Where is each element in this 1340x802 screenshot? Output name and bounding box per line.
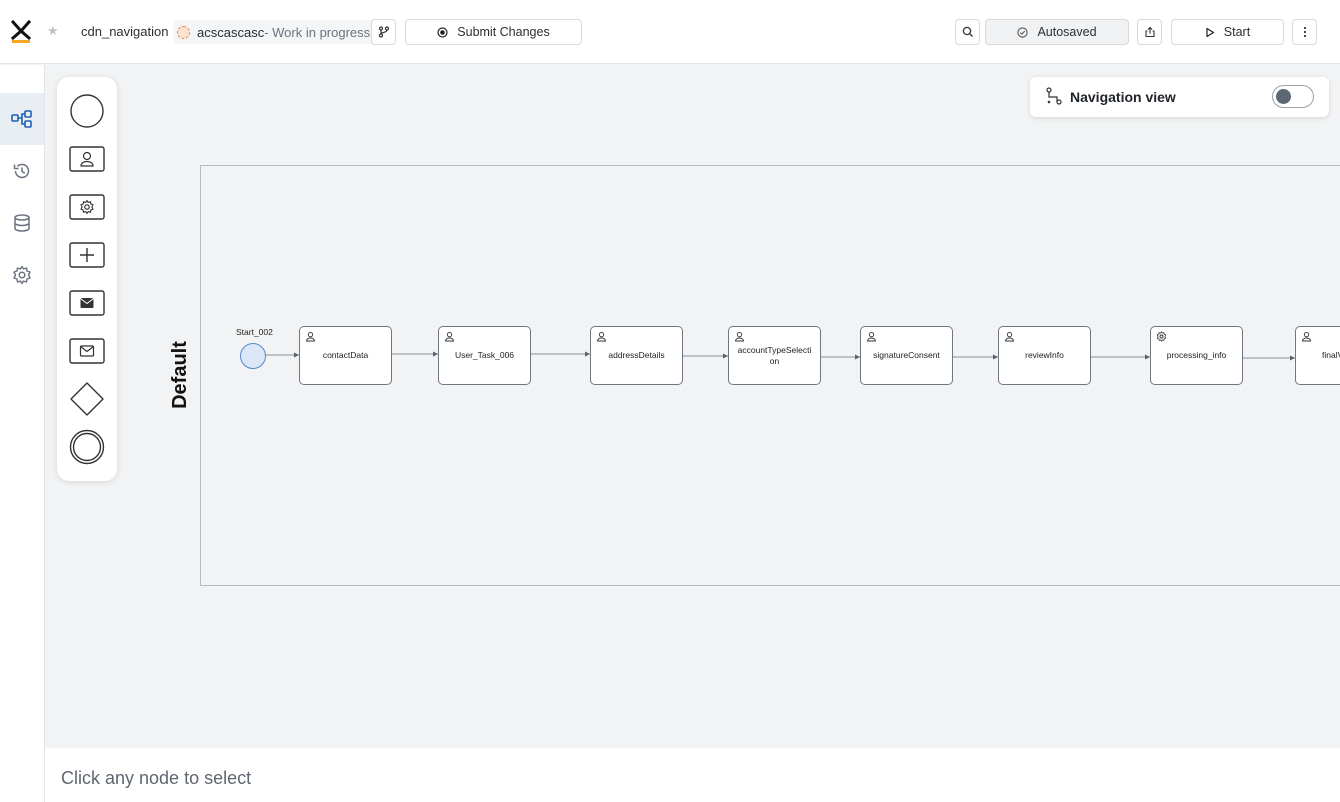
task-node[interactable]: signatureConsent bbox=[860, 326, 953, 385]
task-label: processing_info bbox=[1166, 350, 1227, 360]
nav-history[interactable] bbox=[0, 145, 44, 197]
bpmn-palette bbox=[57, 77, 117, 481]
palette-start-event[interactable] bbox=[68, 93, 105, 129]
search-icon bbox=[962, 26, 973, 37]
selection-bar: Click any node to select bbox=[45, 748, 1340, 802]
task-label: reviewInfo bbox=[1025, 350, 1064, 360]
task-label: signatureConsent bbox=[873, 350, 940, 360]
service-task-icon bbox=[68, 194, 105, 220]
autosaved-status: Autosaved bbox=[985, 19, 1129, 45]
branch-status: - Work in progress bbox=[264, 24, 371, 40]
navigation-view-panel: Navigation view bbox=[1030, 77, 1329, 117]
task-label: accountTypeSelection bbox=[737, 344, 812, 366]
more-options-button[interactable] bbox=[1292, 19, 1317, 45]
start-event-label: Start_002 bbox=[236, 327, 273, 337]
work-in-progress-icon bbox=[177, 25, 190, 39]
palette-service-task[interactable] bbox=[68, 189, 105, 225]
task-node[interactable]: processing_info bbox=[1150, 326, 1243, 385]
left-navigation bbox=[0, 65, 45, 802]
favorite-star-icon[interactable]: ★ bbox=[47, 24, 59, 38]
receive-message-icon bbox=[68, 338, 105, 364]
user-icon bbox=[444, 331, 455, 342]
selection-hint: Click any node to select bbox=[61, 768, 252, 788]
process-flow-icon bbox=[11, 110, 32, 128]
user-task-icon bbox=[68, 146, 105, 172]
start-event-icon bbox=[69, 94, 104, 128]
submit-changes-button[interactable]: Submit Changes bbox=[405, 19, 582, 45]
user-icon bbox=[305, 331, 316, 342]
user-icon bbox=[734, 331, 745, 342]
user-icon bbox=[1301, 331, 1312, 342]
palette-send-message-task[interactable] bbox=[68, 285, 105, 321]
palette-end-event[interactable] bbox=[68, 429, 105, 465]
task-node[interactable]: User_Task_006 bbox=[438, 326, 531, 385]
palette-user-task[interactable] bbox=[68, 141, 105, 177]
user-icon bbox=[1004, 331, 1015, 342]
task-node[interactable]: contactData bbox=[299, 326, 392, 385]
start-label: Start bbox=[1223, 25, 1251, 39]
branch-name: acscascasc bbox=[197, 24, 265, 40]
task-node[interactable]: reviewInfo bbox=[998, 326, 1091, 385]
task-label: finalV bbox=[1322, 350, 1340, 360]
palette-subprocess[interactable] bbox=[68, 237, 105, 273]
pool-label: Default bbox=[168, 341, 191, 409]
submit-changes-label: Submit Changes bbox=[457, 25, 550, 39]
navigation-route-icon bbox=[1046, 87, 1062, 110]
task-node[interactable]: accountTypeSelection bbox=[728, 326, 821, 385]
task-label: addressDetails bbox=[608, 350, 665, 360]
user-icon bbox=[866, 331, 877, 342]
git-branch-icon bbox=[378, 26, 389, 38]
navigation-view-toggle[interactable] bbox=[1272, 85, 1314, 108]
nav-settings[interactable] bbox=[0, 249, 44, 301]
task-label: User_Task_006 bbox=[454, 350, 515, 360]
gateway-diamond-icon bbox=[69, 382, 104, 416]
start-button[interactable]: Start bbox=[1171, 19, 1284, 45]
gear-icon bbox=[1156, 331, 1167, 342]
palette-gateway[interactable] bbox=[68, 381, 105, 417]
more-vertical-icon bbox=[1303, 26, 1306, 38]
top-bar: ★ cdn_navigation acscascasc - Work in pr… bbox=[0, 0, 1340, 64]
autosaved-label: Autosaved bbox=[1037, 25, 1097, 39]
project-name: cdn_navigation bbox=[81, 24, 169, 39]
branch-button[interactable] bbox=[371, 19, 396, 45]
app-logo-icon[interactable] bbox=[10, 19, 32, 44]
start-event[interactable] bbox=[240, 343, 266, 369]
send-message-icon bbox=[68, 290, 105, 316]
task-label: contactData bbox=[322, 350, 369, 360]
history-icon bbox=[13, 163, 30, 179]
share-icon bbox=[1144, 26, 1155, 38]
nav-process-diagram[interactable] bbox=[0, 93, 44, 145]
branch-selector[interactable]: acscascasc - Work in progress bbox=[173, 20, 377, 44]
palette-receive-message-task[interactable] bbox=[68, 333, 105, 369]
export-button[interactable] bbox=[1137, 19, 1162, 45]
record-icon bbox=[437, 26, 448, 38]
play-icon bbox=[1205, 27, 1215, 38]
navigation-view-title: Navigation view bbox=[1070, 89, 1176, 105]
task-node[interactable]: addressDetails bbox=[590, 326, 683, 385]
check-circle-icon bbox=[1017, 26, 1029, 38]
gear-icon bbox=[13, 265, 31, 285]
plus-box-icon bbox=[68, 242, 105, 268]
toggle-knob bbox=[1276, 88, 1291, 104]
end-event-icon bbox=[69, 429, 104, 465]
nav-data-model[interactable] bbox=[0, 197, 44, 249]
task-node[interactable]: finalV bbox=[1295, 326, 1340, 385]
database-icon bbox=[14, 214, 30, 232]
search-button[interactable] bbox=[955, 19, 980, 45]
user-icon bbox=[596, 331, 607, 342]
